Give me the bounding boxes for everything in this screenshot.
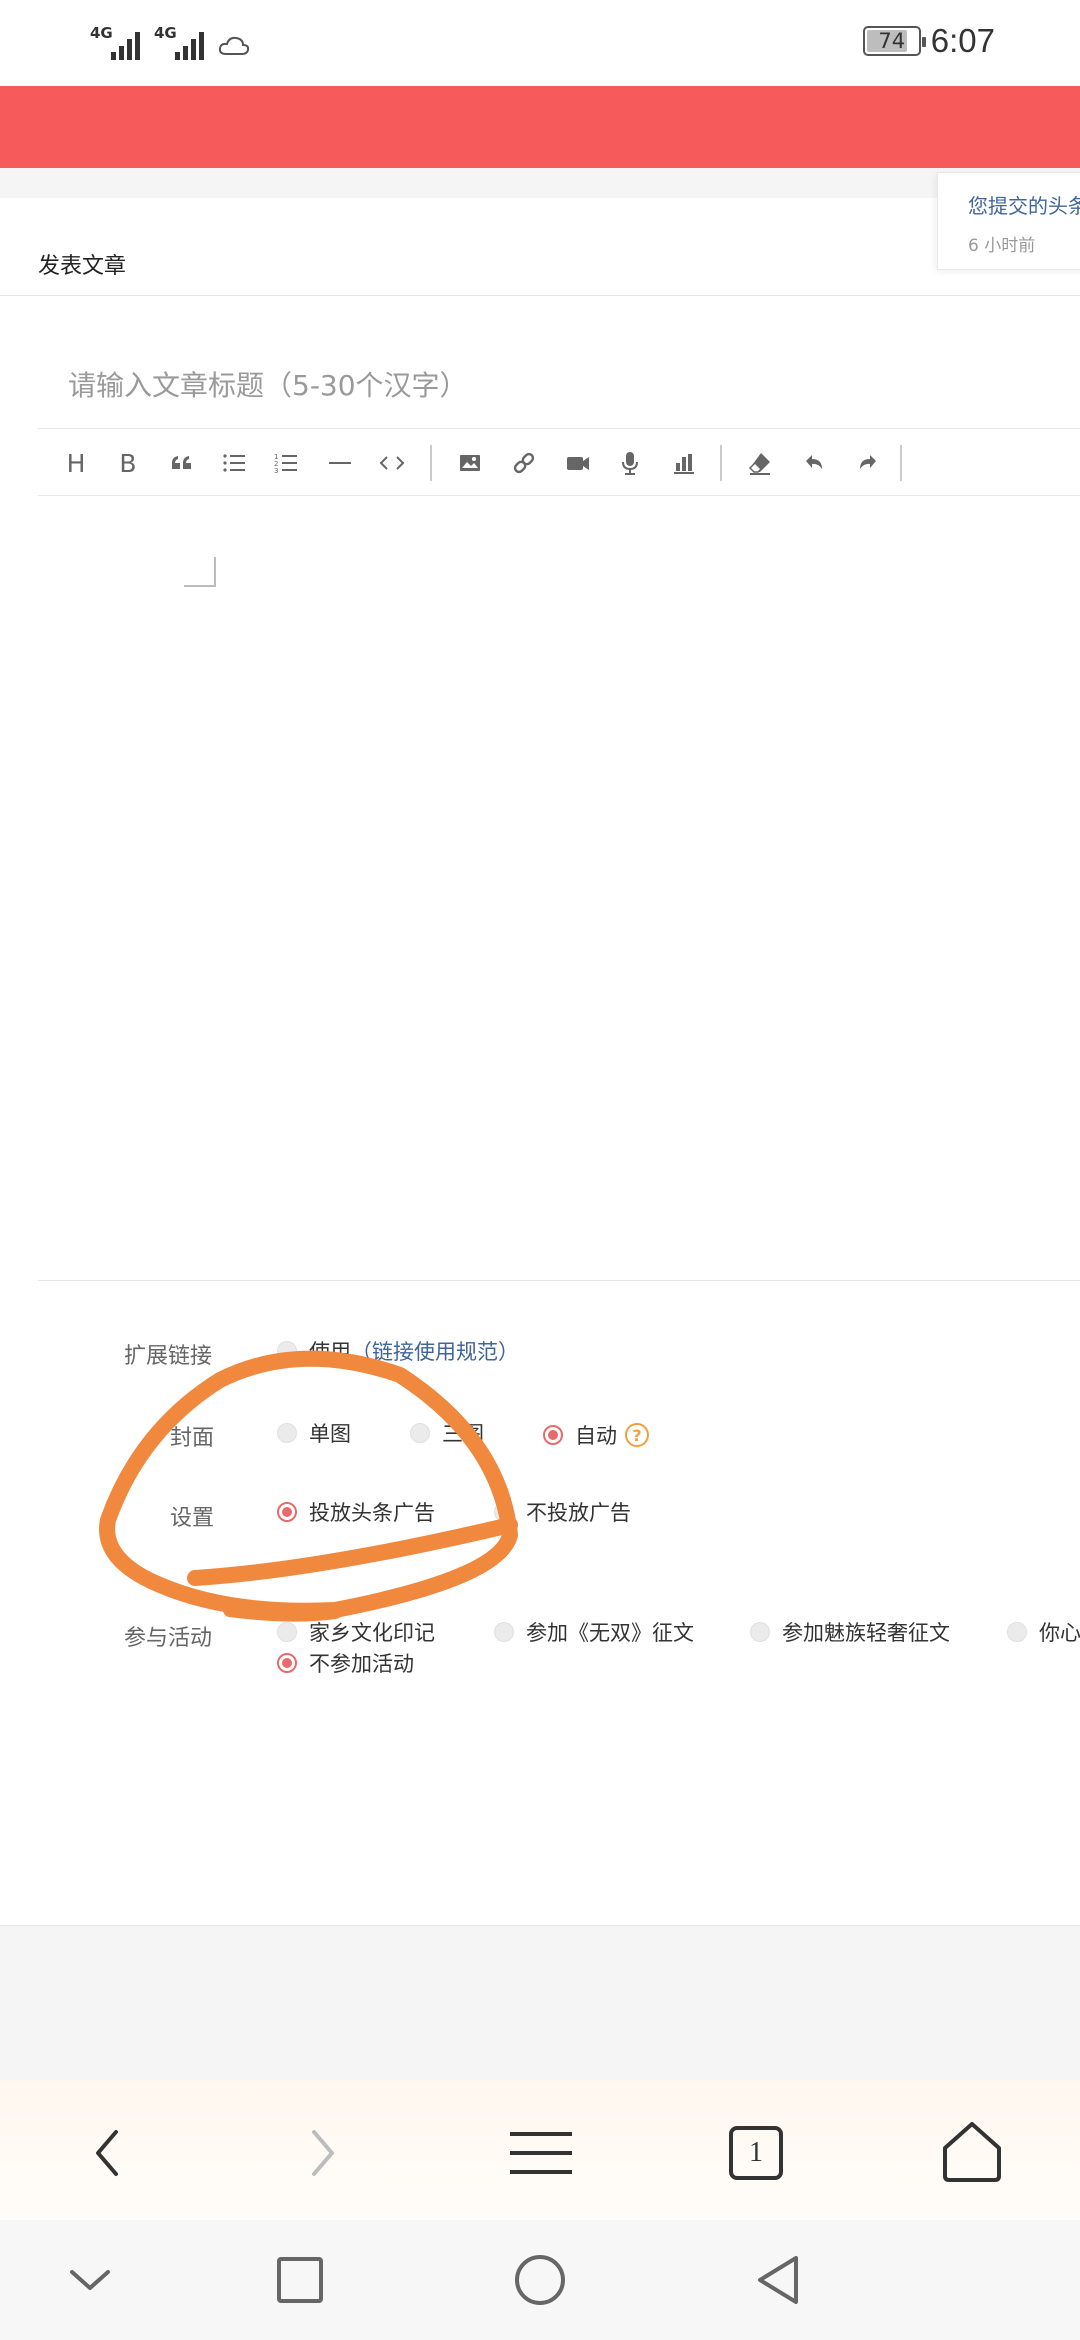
cloud-icon xyxy=(218,34,250,55)
toolbar-separator xyxy=(430,445,432,481)
heading-icon[interactable]: H xyxy=(54,441,98,485)
radio-button[interactable] xyxy=(494,1622,514,1642)
heading-label: H xyxy=(66,448,86,478)
collapse-icon[interactable] xyxy=(60,2250,120,2310)
option-label: 投放头条广告 xyxy=(309,1501,435,1525)
notification-title: 您提交的头条 xyxy=(968,194,1080,218)
editor-toolbar: H B 123 xyxy=(38,428,1080,496)
chart-icon[interactable] xyxy=(662,441,706,485)
status-left: 4G 4G xyxy=(90,20,250,60)
radio-button[interactable] xyxy=(494,1502,514,1522)
code-icon[interactable] xyxy=(370,441,414,485)
notification-card[interactable]: 您提交的头条 6 小时前 xyxy=(937,172,1080,270)
status-bar: 4G 4G 74 6:07 xyxy=(0,0,1080,85)
cover-option-single[interactable]: 单图 xyxy=(277,1418,351,1448)
activity-option-none[interactable]: 不参加活动 xyxy=(277,1648,414,1678)
system-nav-bar xyxy=(0,2220,1080,2340)
divider xyxy=(38,1280,1080,1281)
option-label: 不投放广告 xyxy=(526,1501,631,1525)
notification-time: 6 小时前 xyxy=(968,236,1036,256)
article-title-input[interactable] xyxy=(38,345,1080,425)
image-icon[interactable] xyxy=(448,441,492,485)
activity-option-wushuang[interactable]: 参加《无双》征文 xyxy=(494,1617,694,1647)
page-title: 发表文章 xyxy=(38,254,127,279)
option-label: 单图 xyxy=(309,1422,351,1446)
browser-nav-bar: 1 xyxy=(0,2080,1080,2220)
tab-count: 1 xyxy=(749,2137,763,2168)
bold-icon[interactable]: B xyxy=(106,441,150,485)
ad-setting-label: 设置 xyxy=(170,1506,215,1531)
redo-icon[interactable] xyxy=(846,441,890,485)
cover-option-auto[interactable]: 自动 ? xyxy=(543,1420,649,1450)
status-right: 74 6:07 xyxy=(862,22,995,60)
recent-apps-icon[interactable] xyxy=(270,2250,330,2310)
radio-button-selected[interactable] xyxy=(543,1425,563,1445)
back-triangle-icon[interactable] xyxy=(750,2250,810,2310)
activity-option-hometown[interactable]: 家乡文化印记 xyxy=(277,1617,435,1647)
page-footer-area xyxy=(0,1925,1080,2080)
back-icon[interactable] xyxy=(62,2108,152,2198)
ad-option-toutiao[interactable]: 投放头条广告 xyxy=(277,1497,435,1527)
battery-level: 74 xyxy=(878,29,906,53)
option-label: 三图 xyxy=(442,1422,484,1446)
cover-label: 封面 xyxy=(170,1426,215,1451)
radio-button[interactable] xyxy=(410,1423,430,1443)
divider xyxy=(0,295,1080,296)
option-label: 不参加活动 xyxy=(309,1652,414,1676)
header-separator xyxy=(0,168,1080,198)
audio-icon[interactable] xyxy=(608,441,652,485)
link-icon[interactable] xyxy=(502,441,546,485)
quote-icon[interactable] xyxy=(160,441,204,485)
network-type-label-2: 4G xyxy=(154,24,177,42)
eraser-icon[interactable] xyxy=(738,441,782,485)
radio-button[interactable] xyxy=(277,1341,297,1361)
ext-link-use-option[interactable]: 使用 （链接使用规范） xyxy=(277,1336,519,1366)
video-icon[interactable] xyxy=(556,441,600,485)
unordered-list-icon[interactable] xyxy=(212,441,256,485)
toolbar-separator xyxy=(900,445,902,481)
activity-option-nixin[interactable]: 你心 xyxy=(1007,1617,1080,1647)
svg-text:3: 3 xyxy=(274,467,278,475)
option-label: 你心 xyxy=(1039,1621,1080,1645)
radio-button-selected[interactable] xyxy=(277,1502,297,1522)
option-label: 参加《无双》征文 xyxy=(526,1621,694,1645)
help-icon[interactable]: ? xyxy=(625,1423,649,1447)
battery-icon: 74 xyxy=(862,26,926,56)
radio-button[interactable] xyxy=(277,1423,297,1443)
option-label: 使用 xyxy=(309,1340,351,1364)
editor-body[interactable] xyxy=(38,500,1080,1278)
radio-button-selected[interactable] xyxy=(277,1653,297,1673)
toolbar-separator xyxy=(720,445,722,481)
network-type-label: 4G xyxy=(90,24,113,42)
radio-button[interactable] xyxy=(1007,1622,1027,1642)
cover-option-triple[interactable]: 三图 xyxy=(410,1418,484,1448)
menu-icon[interactable] xyxy=(496,2108,586,2198)
link-rules-link[interactable]: （链接使用规范） xyxy=(351,1336,519,1366)
ext-link-label: 扩展链接 xyxy=(124,1344,213,1369)
option-label: 自动 xyxy=(575,1424,617,1448)
tabs-icon[interactable]: 1 xyxy=(711,2108,801,2198)
radio-button[interactable] xyxy=(750,1622,770,1642)
forward-icon[interactable] xyxy=(278,2108,368,2198)
radio-button[interactable] xyxy=(277,1622,297,1642)
activity-option-meizu[interactable]: 参加魅族轻奢征文 xyxy=(750,1617,950,1647)
bold-label: B xyxy=(119,448,137,478)
option-label: 参加魅族轻奢征文 xyxy=(782,1621,950,1645)
home-circle-icon[interactable] xyxy=(510,2250,570,2310)
app-header-bar xyxy=(0,86,1080,168)
option-label: 家乡文化印记 xyxy=(309,1621,435,1645)
ad-option-none[interactable]: 不投放广告 xyxy=(494,1497,631,1527)
undo-icon[interactable] xyxy=(792,441,836,485)
horizontal-rule-icon[interactable] xyxy=(318,441,362,485)
home-icon[interactable] xyxy=(927,2108,1017,2198)
clock: 6:07 xyxy=(930,22,995,59)
activity-label: 参与活动 xyxy=(124,1626,213,1651)
ordered-list-icon[interactable]: 123 xyxy=(264,441,308,485)
signal-icon: 4G xyxy=(90,24,140,60)
signal-icon-2: 4G xyxy=(154,24,204,60)
